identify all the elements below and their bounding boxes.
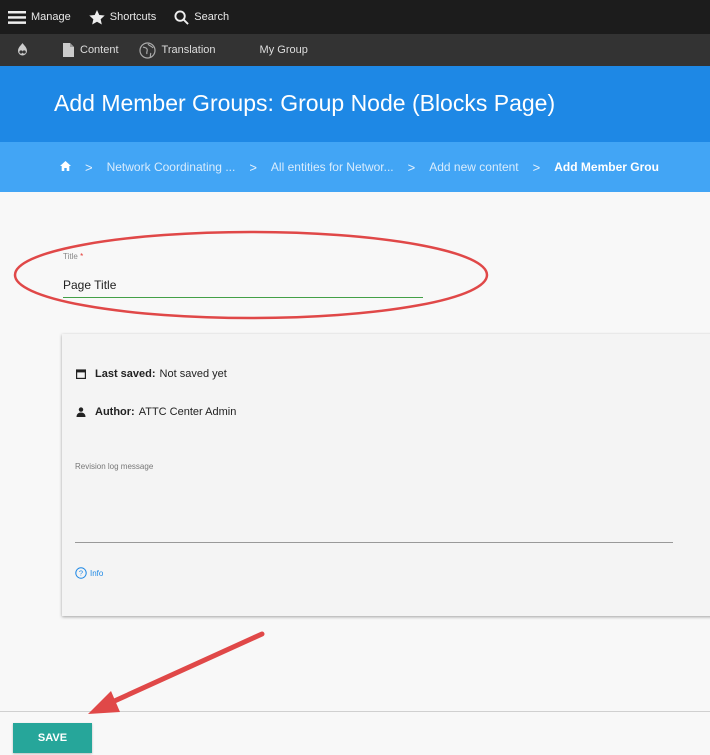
drupal-logo-icon — [16, 43, 29, 57]
breadcrumb-item[interactable]: Network Coordinating ... — [107, 160, 236, 174]
title-input[interactable] — [63, 272, 423, 298]
footer-divider — [0, 711, 710, 712]
calendar-icon — [76, 369, 86, 379]
author-row: Author: ATTC Center Admin — [76, 406, 236, 418]
info-label: Info — [90, 568, 104, 578]
document-icon — [63, 43, 74, 57]
drupal-home-link[interactable] — [0, 34, 53, 66]
search-icon — [174, 9, 189, 25]
save-button[interactable]: SAVE — [13, 723, 92, 753]
svg-text:?: ? — [79, 569, 83, 578]
last-saved-value: Not saved yet — [159, 368, 227, 380]
page: Manage Shortcuts Search Content Translat… — [0, 0, 710, 755]
last-saved-label: Last saved: — [95, 368, 156, 380]
breadcrumb-item[interactable]: All entities for Networ... — [271, 160, 394, 174]
home-icon[interactable] — [60, 160, 71, 174]
hamburger-icon — [8, 10, 26, 24]
breadcrumb-separator: > — [532, 159, 541, 175]
content-tab[interactable]: Content — [53, 34, 129, 66]
globe-icon — [138, 41, 156, 59]
last-saved-row: Last saved: Not saved yet — [76, 368, 227, 380]
shortcuts-menu[interactable]: Shortcuts — [81, 0, 166, 34]
breadcrumb-current: Add Member Grou — [554, 160, 659, 174]
my-group-tab[interactable]: My Group — [250, 34, 318, 66]
title-label: Title * — [63, 252, 83, 261]
info-link[interactable]: ? Info — [75, 567, 103, 579]
star-icon — [89, 9, 105, 25]
help-circle-icon: ? — [75, 567, 87, 579]
page-title: Add Member Groups: Group Node (Blocks Pa… — [54, 90, 556, 116]
search-menu[interactable]: Search — [166, 0, 239, 34]
shortcuts-label: Shortcuts — [109, 11, 157, 23]
manage-menu[interactable]: Manage — [0, 0, 81, 34]
revision-log-input[interactable] — [75, 542, 673, 543]
required-marker: * — [80, 252, 84, 261]
admin-toolbar: Manage Shortcuts Search — [0, 0, 710, 34]
metadata-card: Last saved: Not saved yet Author: ATTC C… — [62, 334, 710, 616]
secondary-toolbar: Content Translation My Group — [0, 34, 710, 66]
search-label: Search — [194, 11, 230, 23]
translation-tab[interactable]: Translation — [129, 34, 226, 66]
author-value: ATTC Center Admin — [138, 406, 237, 418]
title-label-text: Title — [63, 252, 78, 261]
person-icon — [76, 407, 86, 417]
breadcrumb-separator: > — [85, 159, 93, 175]
breadcrumb-separator: > — [249, 159, 257, 175]
breadcrumb-separator: > — [407, 159, 416, 175]
author-label: Author: — [95, 406, 135, 418]
translation-label: Translation — [161, 44, 216, 56]
breadcrumb-item[interactable]: Add new content — [429, 160, 518, 174]
content-label: Content — [80, 44, 119, 56]
my-group-label: My Group — [259, 44, 308, 56]
page-header: Add Member Groups: Group Node (Blocks Pa… — [0, 66, 710, 142]
manage-label: Manage — [31, 11, 71, 23]
revision-log-label: Revision log message — [75, 462, 154, 471]
breadcrumb: > Network Coordinating ... > All entitie… — [0, 142, 710, 192]
